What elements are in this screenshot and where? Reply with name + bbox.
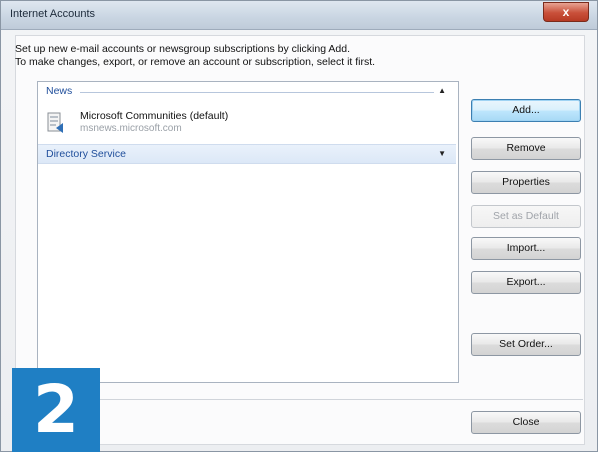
list-item-account[interactable]: Microsoft Communities (default) msnews.m…: [38, 104, 456, 140]
group-divider: [80, 92, 434, 93]
group-label-directory-service: Directory Service: [46, 148, 126, 160]
collapse-icon[interactable]: ▲: [438, 86, 446, 95]
instructions: Set up new e-mail accounts or newsgroup …: [15, 43, 375, 69]
set-order-button[interactable]: Set Order...: [471, 333, 581, 356]
accounts-list[interactable]: News ▲ Microsoft Communities (default) m…: [37, 81, 459, 383]
expand-icon[interactable]: ▼: [438, 149, 446, 158]
window-title: Internet Accounts: [10, 8, 95, 20]
properties-button[interactable]: Properties: [471, 171, 581, 194]
footer-divider: [15, 399, 583, 400]
export-button[interactable]: Export...: [471, 271, 581, 294]
title-bar[interactable]: Internet Accounts x: [1, 1, 597, 30]
instructions-line-2: To make changes, export, or remove an ac…: [15, 56, 376, 68]
news-account-icon: [47, 112, 63, 133]
set-as-default-button[interactable]: Set as Default: [471, 205, 581, 228]
group-header-directory-service[interactable]: Directory Service ▼: [38, 144, 456, 164]
window-close-button[interactable]: x: [543, 2, 589, 22]
remove-button[interactable]: Remove: [471, 137, 581, 160]
account-name: Microsoft Communities (default): [80, 110, 229, 122]
close-button[interactable]: Close: [471, 411, 581, 434]
import-button[interactable]: Import...: [471, 237, 581, 260]
add-button[interactable]: Add...: [471, 99, 581, 122]
group-header-news[interactable]: News ▲: [38, 82, 456, 100]
step-number-badge: 2: [12, 368, 100, 452]
close-icon: x: [562, 5, 570, 19]
account-server: msnews.microsoft.com: [80, 123, 182, 134]
instructions-line-1: Set up new e-mail accounts or newsgroup …: [15, 43, 351, 55]
group-label-news: News: [46, 85, 73, 97]
